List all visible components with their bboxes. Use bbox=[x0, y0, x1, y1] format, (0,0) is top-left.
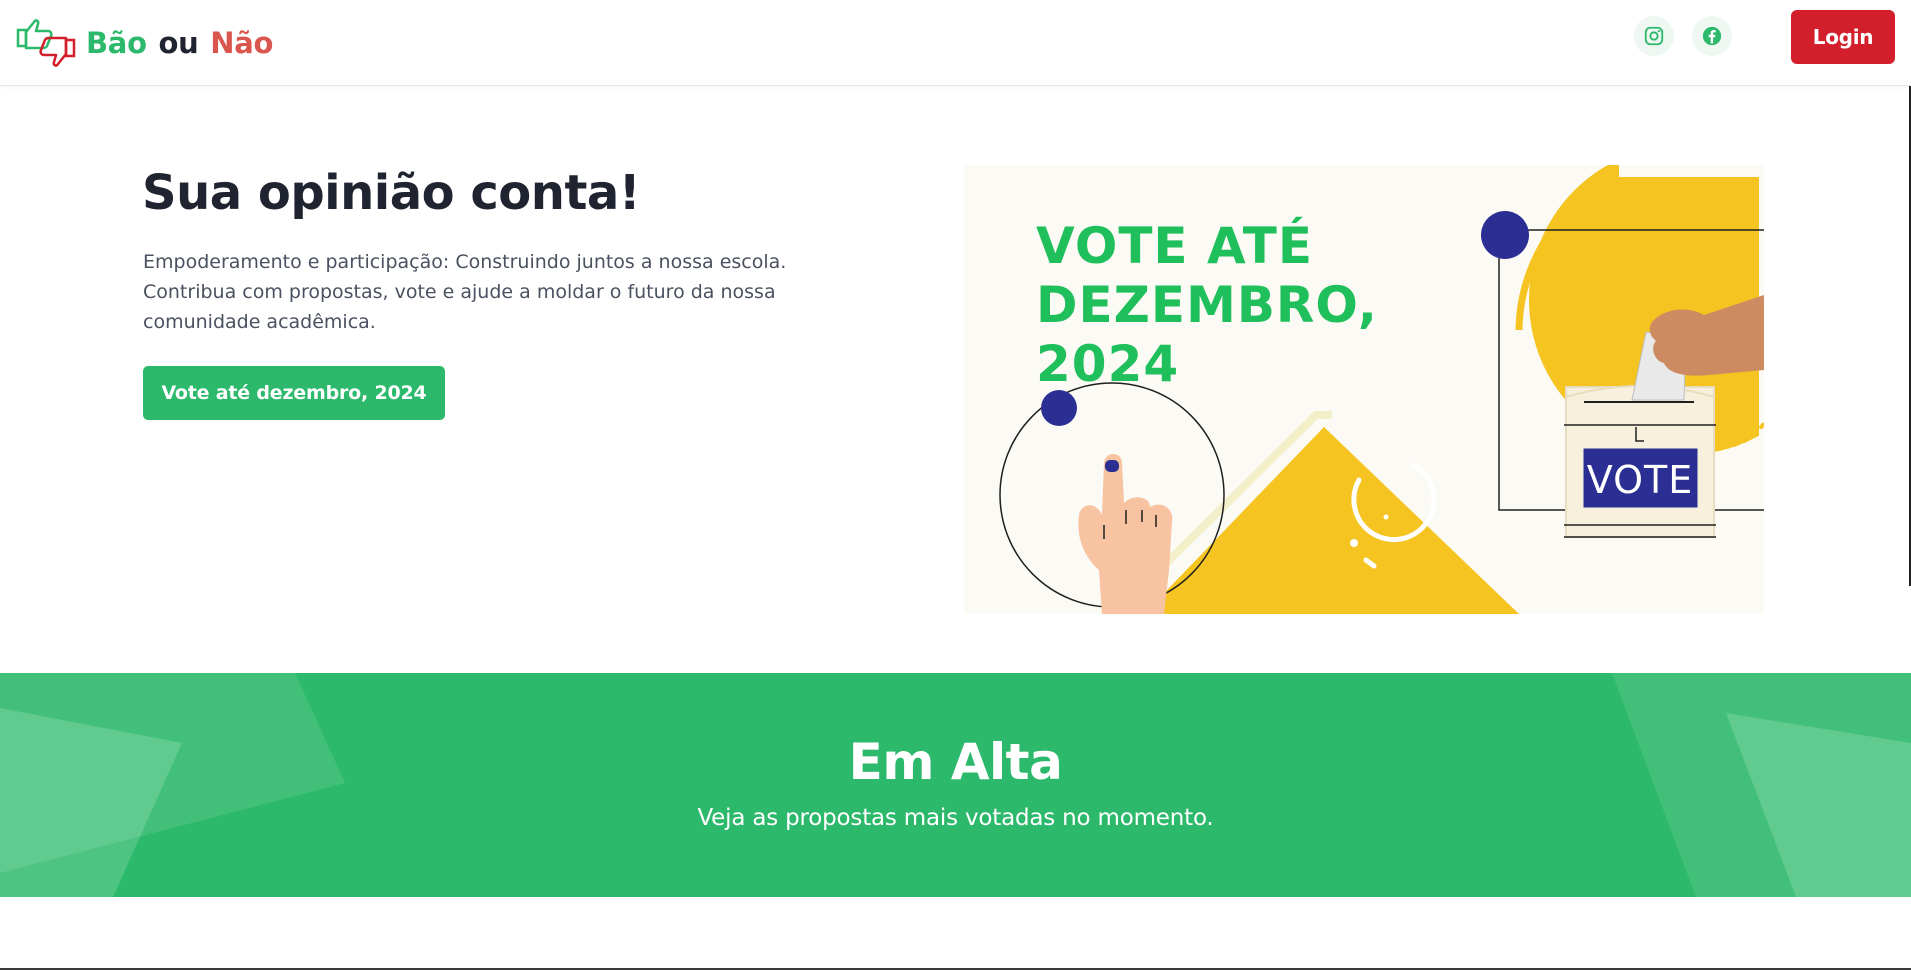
thumbs-logo-icon bbox=[16, 19, 76, 67]
hero-description: Empoderamento e participação: Construind… bbox=[143, 251, 787, 333]
login-button[interactable]: Login bbox=[1791, 10, 1895, 64]
vote-illustration: VOTE ATÉ DEZEMBRO, 2024 VOTE bbox=[964, 165, 1764, 614]
top-navbar: Bão ou Não Login bbox=[0, 0, 1911, 86]
brand-name-part-3: Não bbox=[210, 26, 274, 60]
illustration-headline-2: DEZEMBRO, bbox=[1036, 276, 1378, 334]
brand-link[interactable]: Bão ou Não bbox=[14, 10, 273, 76]
trending-title: Em Alta bbox=[848, 733, 1063, 791]
instagram-link[interactable] bbox=[1634, 16, 1674, 56]
ballot-box-label: VOTE bbox=[1587, 458, 1693, 502]
trending-subtitle: Veja as propostas mais votadas no moment… bbox=[697, 805, 1214, 831]
instagram-icon bbox=[1644, 26, 1664, 46]
vote-deadline-button[interactable]: Vote até dezembro, 2024 bbox=[143, 366, 445, 420]
brand-name-part-2: ou bbox=[158, 26, 199, 60]
hero-title: Sua opinião conta! bbox=[142, 165, 641, 221]
brand-name-part-1: Bão bbox=[86, 26, 147, 60]
illustration-headline-1: VOTE ATÉ bbox=[1036, 216, 1313, 275]
illustration-navy-dot bbox=[1481, 211, 1529, 259]
trending-section: Em Alta Veja as propostas mais votadas n… bbox=[0, 673, 1911, 897]
illustration-headline-3: 2024 bbox=[1036, 335, 1179, 393]
facebook-link[interactable] bbox=[1692, 16, 1732, 56]
brand-name: Bão ou Não bbox=[86, 26, 273, 60]
facebook-icon bbox=[1702, 26, 1722, 46]
